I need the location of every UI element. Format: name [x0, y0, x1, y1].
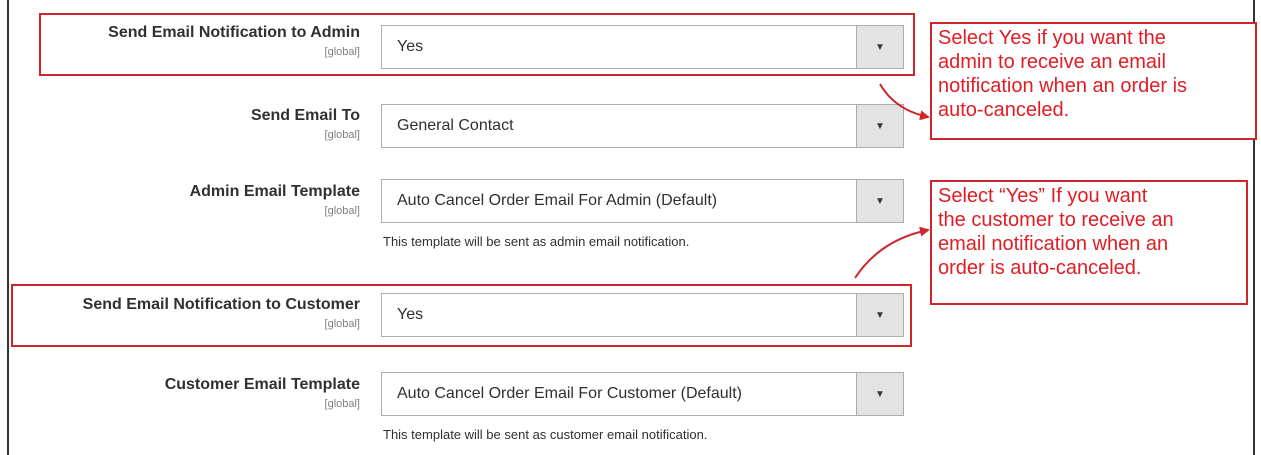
arrow-icon [879, 83, 930, 121]
arrow-icon [854, 226, 930, 279]
annotation-arrows [854, 83, 930, 279]
